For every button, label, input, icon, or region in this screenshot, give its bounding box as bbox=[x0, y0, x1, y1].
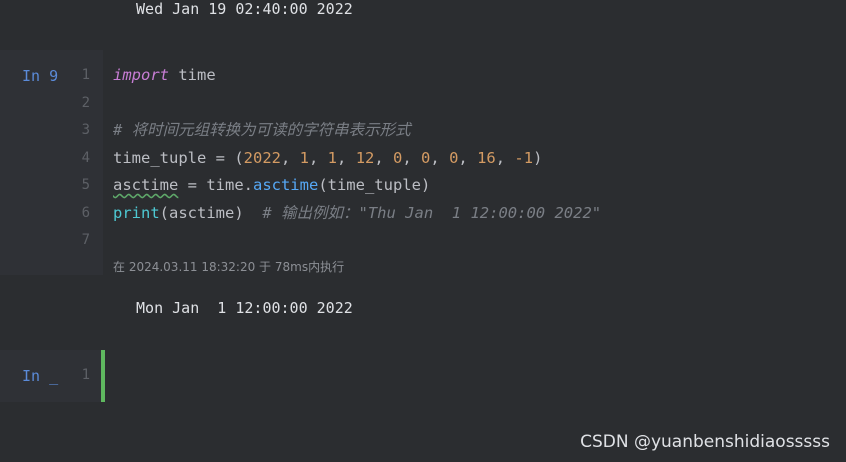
code-token: = time. bbox=[178, 176, 253, 194]
line-number: 1 bbox=[81, 367, 90, 383]
code-token: import bbox=[113, 66, 169, 84]
execution-status: 在 2024.03.11 18:32:20 于 78ms内执行 bbox=[113, 260, 345, 274]
line-numbers: 1 2 3 4 5 6 7 bbox=[72, 62, 90, 255]
line-number: 7 bbox=[81, 232, 90, 248]
watermark: CSDN @yuanbenshidiaosssss bbox=[580, 432, 830, 452]
previous-output: Wed Jan 19 02:40:00 2022 bbox=[127, 0, 353, 18]
line-number: 2 bbox=[81, 94, 90, 111]
cell-output: Mon Jan 1 12:00:00 2022 bbox=[127, 299, 353, 317]
code-line: print(asctime) # 输出例如："Thu Jan 1 12:00:0… bbox=[113, 200, 601, 228]
code-token: print bbox=[113, 203, 160, 222]
line-number: 1 bbox=[81, 67, 90, 83]
code-editor[interactable]: import time # 将时间元组转换为可读的字符串表示形式 time_tupl… bbox=[113, 62, 601, 255]
code-token: 12 bbox=[355, 148, 375, 167]
line-number: 4 bbox=[81, 149, 90, 166]
code-token: , bbox=[495, 148, 515, 167]
active-cell-indicator bbox=[101, 350, 105, 402]
code-token: (time_tuple) bbox=[318, 176, 431, 194]
code-token: # 将时间元组转换为可读的字符串表示形式 bbox=[113, 121, 411, 139]
code-line: import time bbox=[113, 62, 601, 90]
code-token: , bbox=[402, 148, 422, 167]
cell-prompt: In 9 bbox=[22, 67, 59, 85]
code-token: # 输出例如："Thu Jan 1 12:00:00 2022" bbox=[262, 203, 602, 222]
code-token: , bbox=[458, 148, 478, 167]
code-token: asctime bbox=[113, 176, 179, 194]
code-token: , bbox=[309, 148, 328, 167]
cell-prompt: In _ bbox=[22, 367, 59, 385]
code-token: 2022 bbox=[243, 148, 281, 167]
line-number: 3 bbox=[81, 122, 90, 138]
code-token: 0 bbox=[421, 148, 431, 167]
line-numbers: 1 bbox=[72, 362, 90, 390]
code-token: 0 bbox=[449, 148, 459, 167]
code-line: asctime = time.asctime(time_tuple) bbox=[113, 172, 601, 200]
code-token: time_tuple = ( bbox=[113, 148, 244, 167]
code-token: 1 bbox=[299, 148, 309, 167]
code-token: asctime bbox=[252, 176, 319, 194]
code-cell-new[interactable]: In _ 1 bbox=[0, 350, 846, 402]
code-token: 16 bbox=[477, 148, 496, 167]
code-token: time bbox=[169, 66, 216, 84]
code-line: time_tuple = (2022, 1, 1, 12, 0, 0, 0, 1… bbox=[113, 145, 601, 173]
line-number: 6 bbox=[81, 204, 90, 221]
code-token: , bbox=[374, 148, 394, 167]
code-token: , bbox=[280, 148, 300, 167]
line-number: 5 bbox=[81, 177, 90, 193]
code-token: ) bbox=[533, 148, 543, 167]
code-token: -1 bbox=[514, 148, 534, 167]
code-editor-empty[interactable] bbox=[103, 350, 846, 402]
code-line: # 将时间元组转换为可读的字符串表示形式 bbox=[113, 117, 601, 145]
code-token: (asctime) bbox=[159, 203, 263, 222]
code-token: 1 bbox=[327, 148, 338, 167]
code-token: 0 bbox=[393, 148, 403, 167]
code-token: , bbox=[337, 148, 356, 167]
code-cell-9[interactable]: In 9 1234567 import time # 将时间元组转换为可读的字符串… bbox=[0, 50, 846, 275]
code-token: , bbox=[430, 148, 450, 167]
